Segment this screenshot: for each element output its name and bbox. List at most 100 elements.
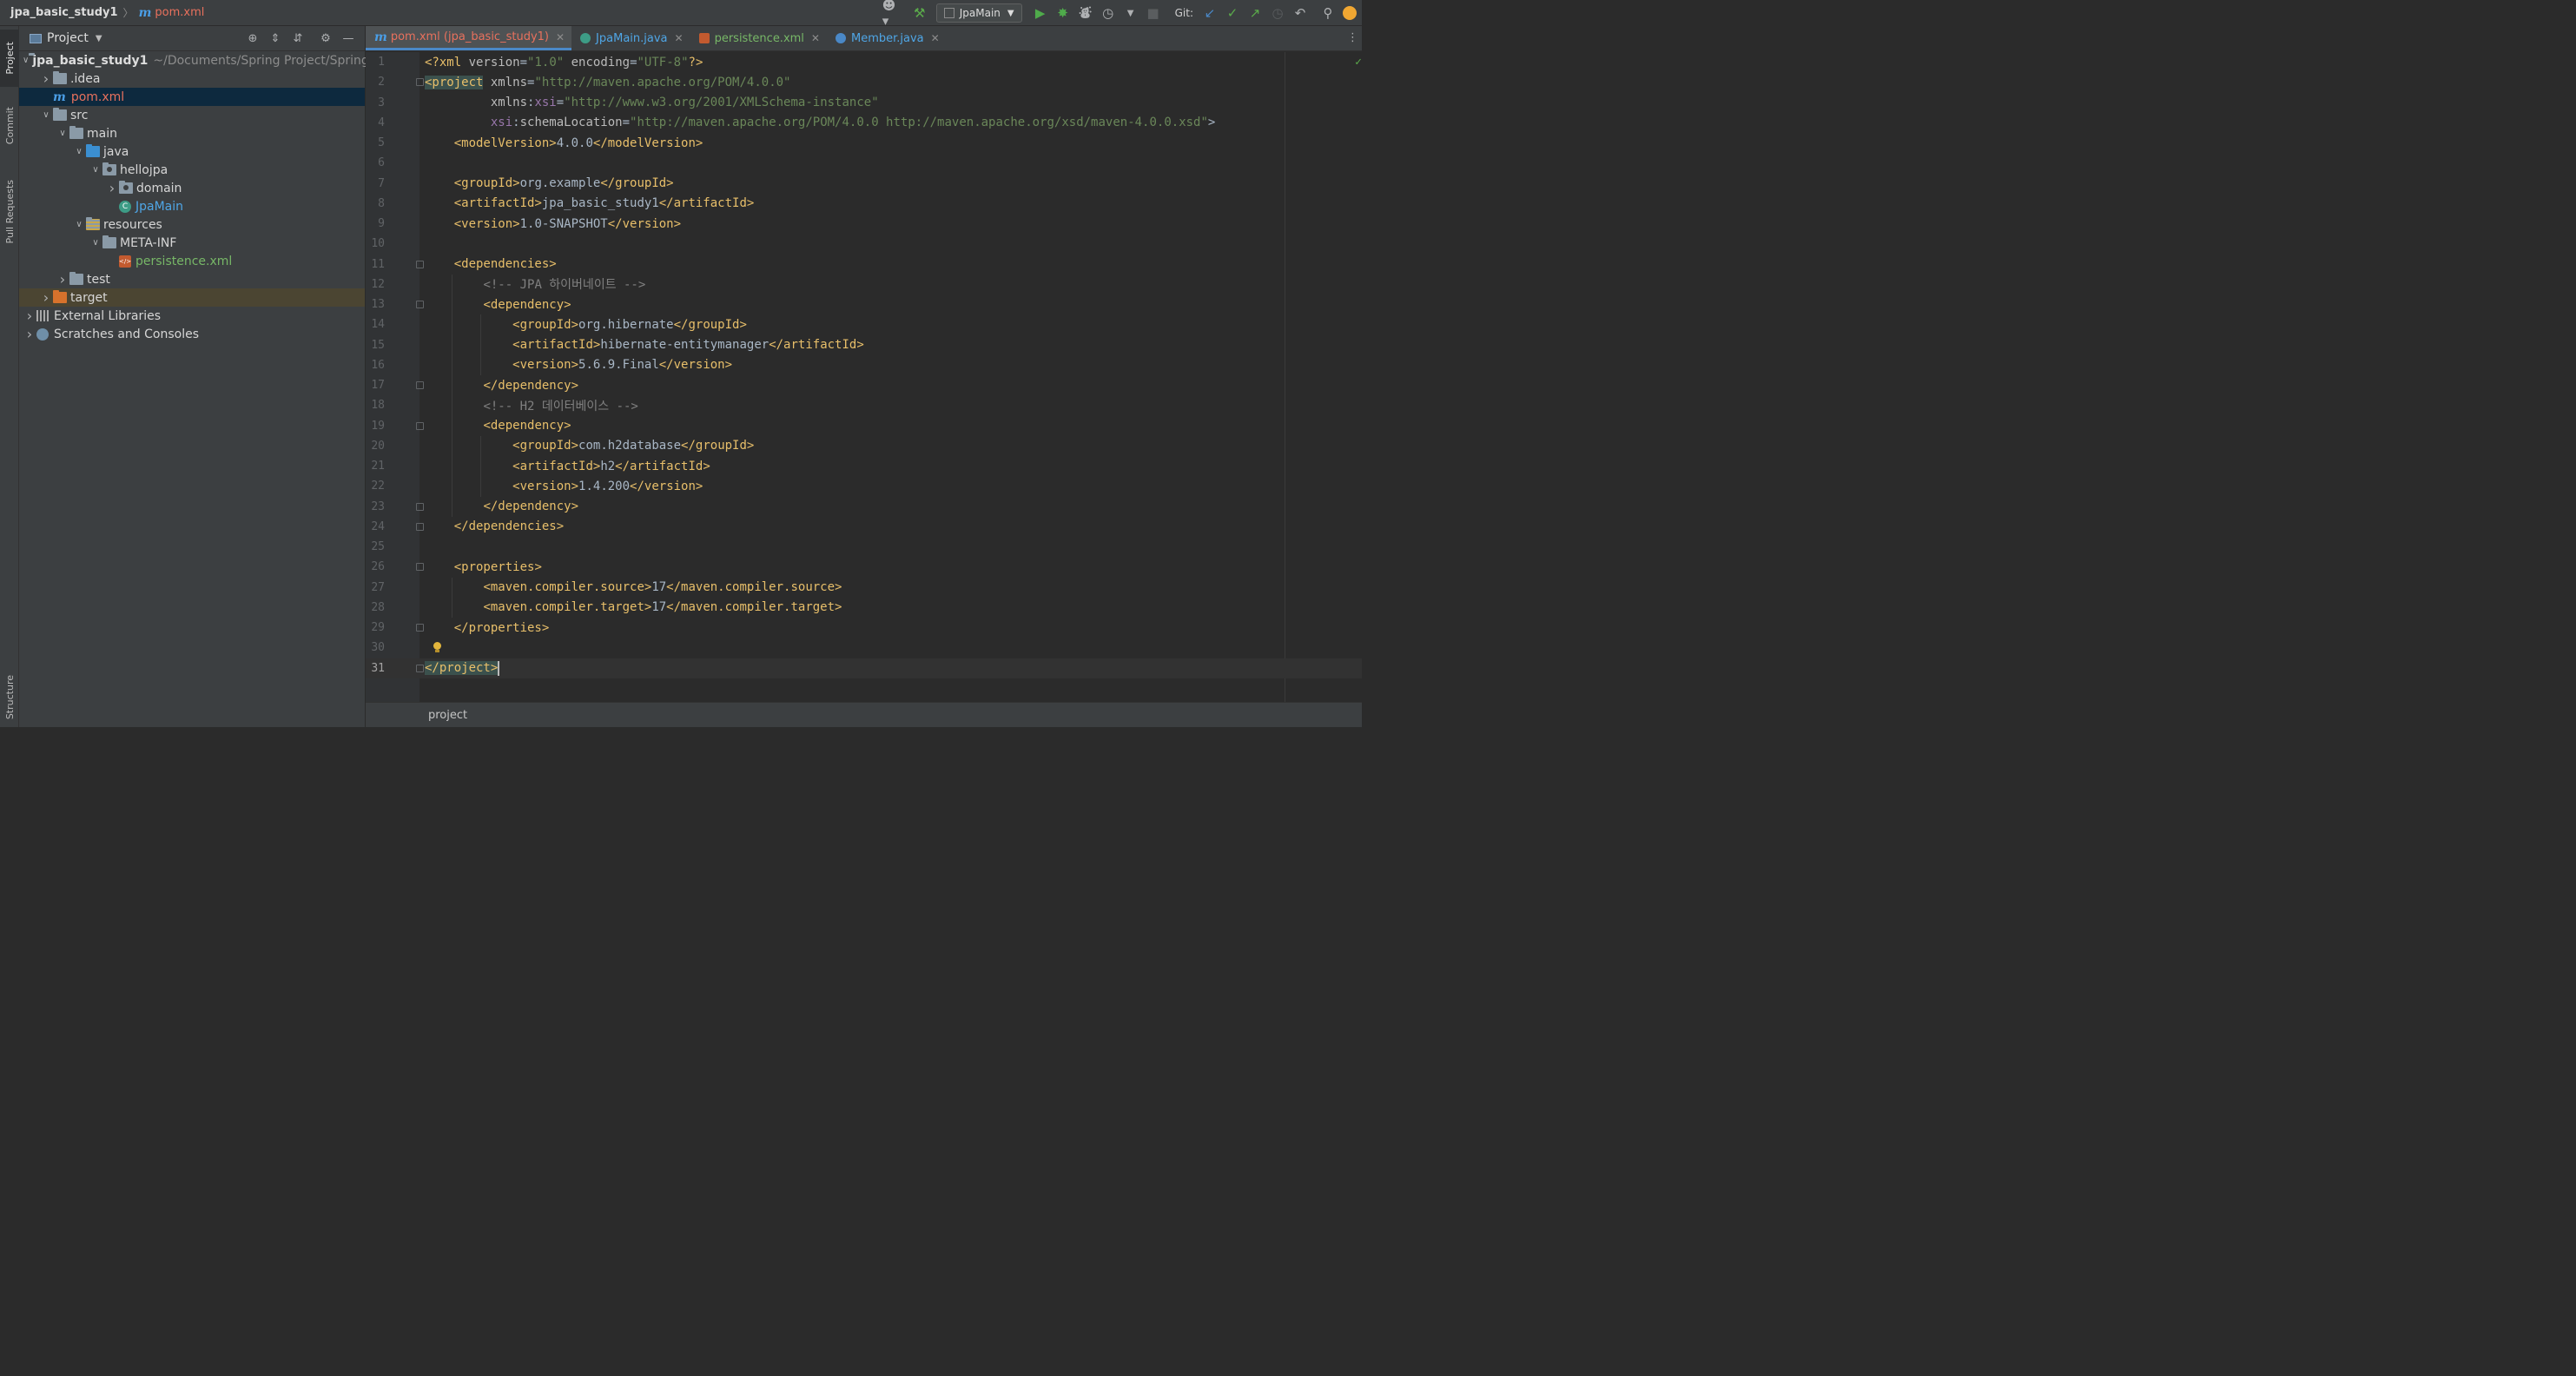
code-line[interactable]: 22 <version>1.4.200</version> [366, 476, 1362, 496]
locate-file-icon[interactable]: ⊕ [243, 30, 262, 49]
code-line[interactable]: 12 <!-- JPA 하이버네이트 --> [366, 275, 1362, 294]
debug-icon[interactable]: ✸ [1054, 3, 1073, 23]
chevron-right-icon[interactable]: › [39, 289, 53, 306]
chevron-down-icon[interactable]: ▼ [96, 34, 102, 43]
profile-icon[interactable]: ◷ [1099, 3, 1118, 23]
tree-node-external-libraries[interactable]: › External Libraries [19, 307, 365, 325]
user-accounts-icon[interactable]: ☻▾ [882, 0, 902, 29]
tree-node-meta-inf[interactable]: ∨ META-INF [19, 234, 365, 252]
fold-marker-icon[interactable] [416, 522, 424, 531]
close-icon[interactable]: ✕ [675, 32, 684, 44]
tree-node-jpamain[interactable]: C JpaMain [19, 197, 365, 215]
git-history-icon[interactable]: ◷ [1268, 3, 1287, 23]
expand-all-icon[interactable]: ⇕ [266, 30, 285, 49]
code-line[interactable]: 8 <artifactId>jpa_basic_study1</artifact… [366, 194, 1362, 214]
run-configuration-select[interactable]: JpaMain ▼ [935, 3, 1022, 23]
git-update-icon[interactable]: ↙ [1200, 3, 1219, 23]
code-line[interactable]: 14 <groupId>org.hibernate</groupId> [366, 314, 1362, 334]
code-line[interactable]: 28 <maven.compiler.target>17</maven.comp… [366, 598, 1362, 618]
tree-node-hellojpa[interactable]: ∨ hellojpa [19, 161, 365, 179]
lightbulb-icon[interactable] [433, 642, 442, 653]
chevron-right-icon[interactable]: › [56, 271, 69, 288]
code-line[interactable]: 7 <groupId>org.example</groupId> [366, 174, 1362, 194]
tree-node-java[interactable]: ∨ java [19, 142, 365, 161]
more-run-options-icon[interactable]: ▼ [1121, 3, 1140, 23]
fold-marker-icon[interactable] [416, 421, 424, 430]
tree-node-persistence-xml[interactable]: </> persistence.xml [19, 252, 365, 270]
code-line[interactable]: 27 <maven.compiler.source>17</maven.comp… [366, 578, 1362, 598]
code-line[interactable]: 11 <dependencies> [366, 255, 1362, 275]
chevron-down-icon[interactable]: ∨ [56, 129, 69, 138]
rollback-icon[interactable]: ↶ [1291, 3, 1310, 23]
fold-marker-icon[interactable] [416, 624, 424, 632]
gear-icon[interactable]: ⚙ [316, 30, 335, 49]
tree-node-main[interactable]: ∨ main [19, 124, 365, 142]
fold-marker-icon[interactable] [416, 563, 424, 572]
code-line[interactable]: 21 <artifactId>h2</artifactId> [366, 456, 1362, 476]
chevron-down-icon[interactable]: ∨ [89, 238, 102, 248]
chevron-down-icon[interactable]: ∨ [23, 56, 29, 65]
breadcrumb-project[interactable]: jpa_basic_study1 [10, 6, 118, 19]
tab-jpamain-java[interactable]: JpaMain.java ✕ [571, 26, 690, 50]
code-line[interactable]: 31 </project> [366, 658, 1362, 678]
fold-marker-icon[interactable] [416, 381, 424, 389]
tool-tab-commit[interactable]: Commit [0, 99, 19, 153]
breadcrumb-file[interactable]: pom.xml [155, 6, 204, 19]
code-line[interactable]: 4 xsi:schemaLocation="http://maven.apach… [366, 113, 1362, 133]
chevron-down-icon[interactable]: ∨ [39, 110, 53, 120]
tool-tab-project[interactable]: Project [0, 30, 19, 87]
panel-title[interactable]: Project [47, 31, 89, 45]
stop-icon[interactable]: ■ [1144, 3, 1163, 23]
chevron-down-icon[interactable]: ∨ [72, 147, 86, 156]
code-line[interactable]: 30 [366, 638, 1362, 658]
build-hammer-icon[interactable]: ⚒ [910, 3, 929, 23]
tool-tab-structure[interactable]: Structure [0, 669, 19, 726]
code-line[interactable]: 20 <groupId>com.h2database</groupId> [366, 436, 1362, 456]
tree-node-target[interactable]: › target [19, 288, 365, 307]
chevron-right-icon[interactable]: › [23, 326, 36, 342]
ide-avatar-icon[interactable] [1343, 6, 1357, 20]
close-icon[interactable]: ✕ [931, 32, 940, 44]
code-line[interactable]: 15 <artifactId>hibernate-entitymanager</… [366, 335, 1362, 355]
tree-node-pom-xml[interactable]: m pom.xml [19, 88, 365, 106]
editor-breadcrumb[interactable]: project [428, 709, 467, 722]
tree-node-src[interactable]: ∨ src [19, 106, 365, 124]
tab-member-java[interactable]: Member.java ✕ [827, 26, 947, 50]
code-line[interactable]: 25 [366, 537, 1362, 557]
collapse-all-icon[interactable]: ⇵ [288, 30, 307, 49]
tree-node-test[interactable]: › test [19, 270, 365, 288]
tree-node-resources[interactable]: ∨ resources [19, 215, 365, 234]
git-commit-icon[interactable]: ✓ [1223, 3, 1242, 23]
code-line[interactable]: 3 xmlns:xsi="http://www.w3.org/2001/XMLS… [366, 93, 1362, 113]
code-line[interactable]: 17 </dependency> [366, 375, 1362, 395]
git-push-icon[interactable]: ↗ [1245, 3, 1265, 23]
fold-marker-icon[interactable] [416, 664, 424, 672]
fold-marker-icon[interactable] [416, 260, 424, 268]
run-icon[interactable]: ▶ [1031, 3, 1050, 23]
code-line[interactable]: 9 <version>1.0-SNAPSHOT</version> [366, 214, 1362, 234]
tab-persistence-xml[interactable]: persistence.xml ✕ [690, 26, 827, 50]
tree-node-jpa-basic-study1[interactable]: ∨ jpa_basic_study1 ~/Documents/Spring Proj… [19, 51, 369, 69]
code-line[interactable]: 16 <version>5.6.9.Final</version> [366, 355, 1362, 375]
fold-marker-icon[interactable] [416, 301, 424, 308]
code-line[interactable]: 23 </dependency> [366, 497, 1362, 517]
fold-marker-icon[interactable] [416, 78, 424, 87]
code-line[interactable]: 1 <?xml version="1.0" encoding="UTF-8"?> [366, 52, 1362, 72]
tool-tab-pull-requests[interactable]: Pull Requests [0, 170, 19, 254]
close-icon[interactable]: ✕ [811, 32, 820, 44]
code-line[interactable]: 24 </dependencies> [366, 517, 1362, 537]
search-icon[interactable]: ⚲ [1318, 3, 1338, 23]
code-line[interactable]: 2 <project xmlns="http://maven.apache.org… [366, 72, 1362, 92]
tree-node-idea[interactable]: › .idea [19, 69, 365, 88]
close-icon[interactable]: ✕ [556, 31, 565, 43]
chevron-down-icon[interactable]: ∨ [89, 165, 102, 175]
chevron-down-icon[interactable]: ∨ [72, 220, 86, 229]
code-editor[interactable]: ✓ 1 <?xml version="1.0" encoding="UTF-8"?… [366, 52, 1362, 702]
hide-panel-icon[interactable]: — [339, 30, 358, 49]
code-line[interactable]: 19 <dependency> [366, 416, 1362, 436]
coverage-icon[interactable]: ⛇ [1076, 3, 1095, 23]
tab-pom-xml-jpa-basic-study1[interactable]: m pom.xml (jpa_basic_study1) ✕ [366, 26, 572, 50]
fold-marker-icon[interactable] [416, 502, 424, 511]
code-line[interactable]: 5 <modelVersion>4.0.0</modelVersion> [366, 133, 1362, 153]
chevron-right-icon[interactable]: › [39, 70, 53, 87]
